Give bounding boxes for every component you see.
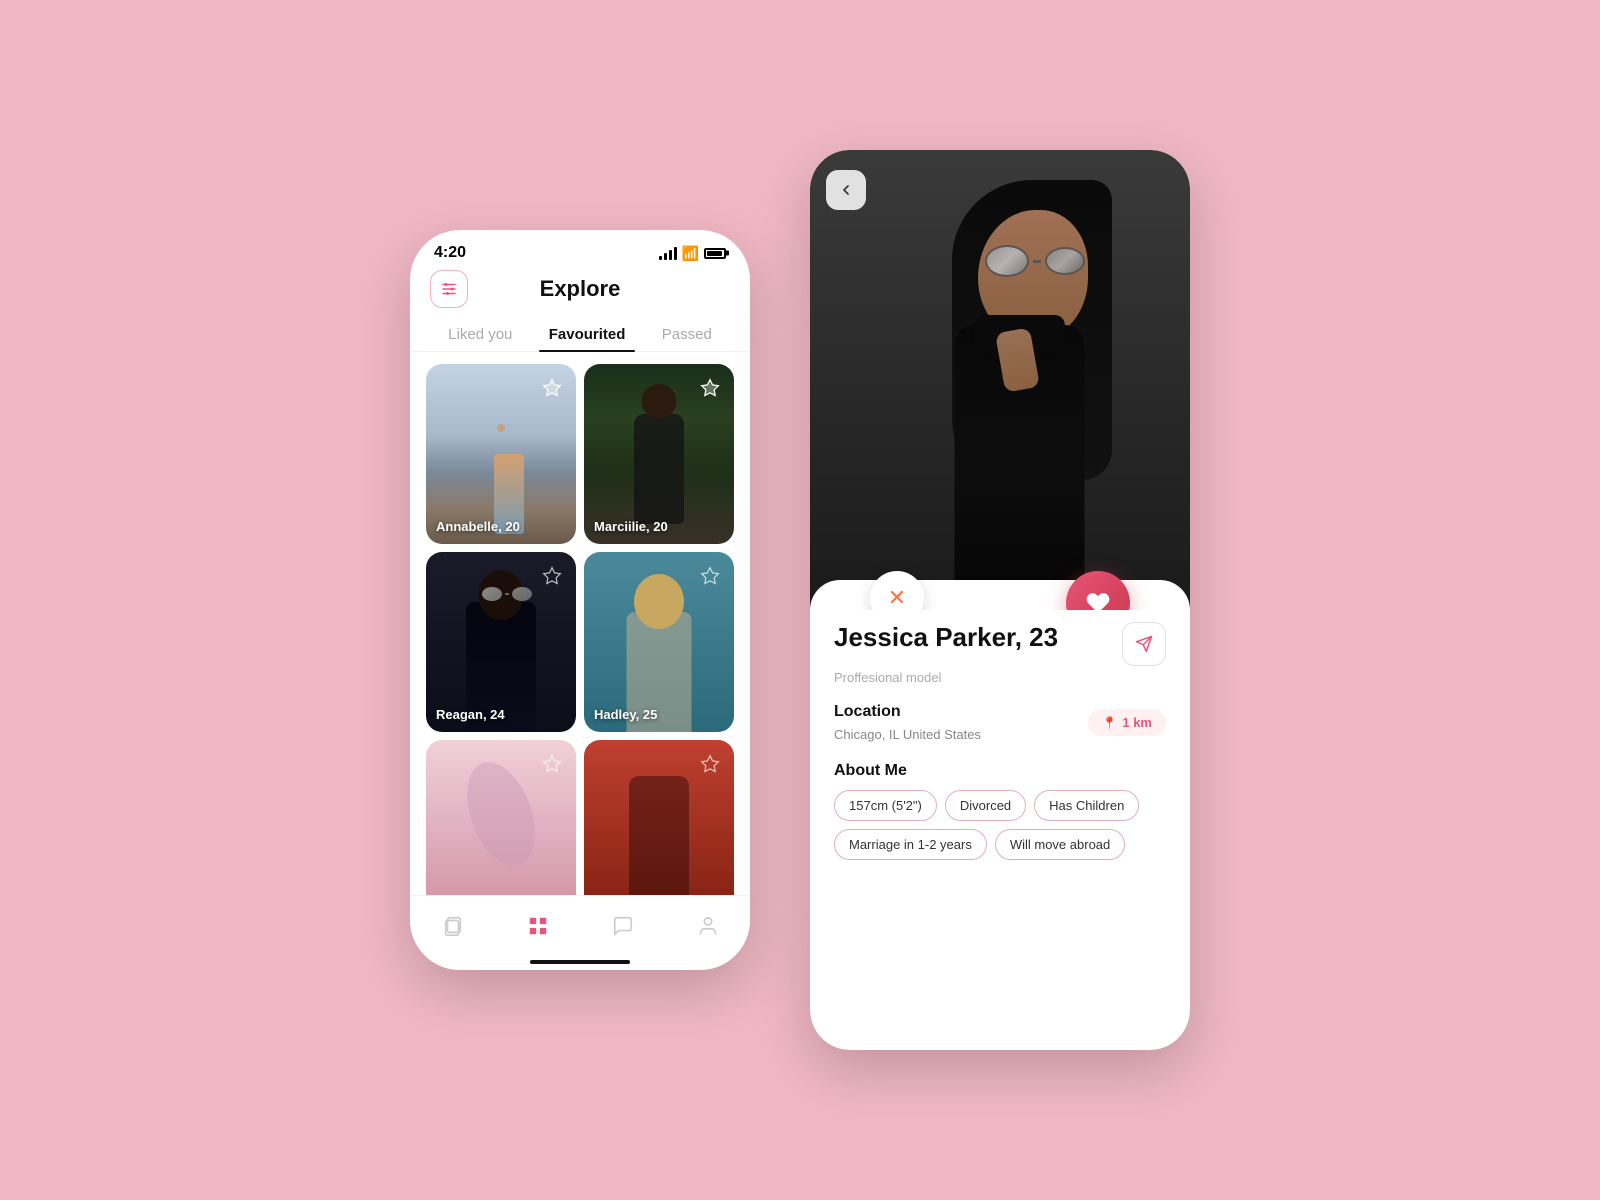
dislike-button[interactable]: ✕ bbox=[870, 571, 924, 610]
nav-profile[interactable] bbox=[696, 914, 720, 938]
tag-children: Has Children bbox=[1034, 790, 1139, 821]
card-extra2[interactable] bbox=[584, 740, 734, 920]
figure-marciilie bbox=[634, 414, 684, 524]
about-me-section: About Me 157cm (5'2") Divorced Has Child… bbox=[834, 762, 1166, 860]
nav-grid[interactable] bbox=[526, 914, 550, 938]
phone-explore: 4:20 📶 bbox=[410, 230, 750, 970]
location-row: Location Chicago, IL United States 📍 1 k… bbox=[834, 703, 1166, 742]
signal-bar-1 bbox=[659, 256, 662, 260]
tag-abroad: Will move abroad bbox=[995, 829, 1125, 860]
star-button-extra1[interactable] bbox=[538, 750, 566, 778]
card-marciilie[interactable]: Marciilie, 20 bbox=[584, 364, 734, 544]
star-icon bbox=[700, 378, 720, 398]
nav-profile-icon bbox=[696, 914, 720, 938]
pin-icon: 📍 bbox=[1102, 716, 1117, 730]
card-label-marciilie: Marciilie, 20 bbox=[594, 519, 668, 534]
figure-hadley-head bbox=[634, 574, 684, 629]
location-label: Location bbox=[834, 703, 981, 721]
lens-left bbox=[985, 245, 1029, 277]
tabs-row: Liked you Favourited Passed bbox=[410, 310, 750, 352]
signal-bars-icon bbox=[659, 247, 677, 260]
star-button-marciilie[interactable] bbox=[696, 374, 724, 402]
battery-fill bbox=[707, 251, 722, 256]
card-reagan[interactable]: Reagan, 24 bbox=[426, 552, 576, 732]
signal-bar-4 bbox=[674, 247, 677, 260]
nav-cards[interactable] bbox=[441, 914, 465, 938]
share-icon bbox=[1135, 635, 1153, 653]
profile-subtitle: Proffesional model bbox=[834, 670, 1166, 685]
about-me-label: About Me bbox=[834, 762, 1166, 780]
star-icon bbox=[542, 566, 562, 586]
star-button-annabelle[interactable] bbox=[538, 374, 566, 402]
tab-favourited[interactable]: Favourited bbox=[539, 318, 636, 351]
star-icon bbox=[700, 566, 720, 586]
status-icons: 📶 bbox=[659, 245, 726, 262]
phone2-content: ✕ Jessica Parker, 23 bbox=[810, 150, 1190, 1050]
back-icon bbox=[838, 182, 854, 198]
like-button[interactable] bbox=[1066, 571, 1130, 610]
explore-header: Explore bbox=[410, 266, 750, 310]
action-buttons: ✕ bbox=[810, 571, 1190, 610]
lens-right bbox=[1045, 247, 1085, 275]
screens-container: 4:20 📶 bbox=[410, 150, 1190, 1050]
card-label-annabelle: Annabelle, 20 bbox=[436, 519, 520, 534]
figure-head bbox=[497, 424, 505, 432]
tab-liked-you[interactable]: Liked you bbox=[438, 318, 522, 351]
profile-name: Jessica Parker, 23 bbox=[834, 622, 1058, 653]
status-bar: 4:20 📶 bbox=[410, 230, 750, 266]
share-button[interactable] bbox=[1122, 622, 1166, 666]
nav-chat[interactable] bbox=[611, 914, 635, 938]
card-label-reagan: Reagan, 24 bbox=[436, 707, 505, 722]
photo-grid: Annabelle, 20 Marciilie, 20 bbox=[410, 352, 750, 932]
signal-bar-2 bbox=[664, 253, 667, 260]
profile-photo-section: ✕ bbox=[810, 150, 1190, 610]
card-annabelle[interactable]: Annabelle, 20 bbox=[426, 364, 576, 544]
star-button-reagan[interactable] bbox=[538, 562, 566, 590]
location-text: Chicago, IL United States bbox=[834, 727, 981, 742]
home-indicator bbox=[530, 960, 630, 964]
nav-cards-icon bbox=[441, 914, 465, 938]
star-icon bbox=[542, 754, 562, 774]
phone-profile: ✕ Jessica Parker, 23 bbox=[810, 150, 1190, 1050]
tag-height: 157cm (5'2") bbox=[834, 790, 937, 821]
glasses-reagan bbox=[482, 587, 532, 601]
star-button-hadley[interactable] bbox=[696, 562, 724, 590]
card-hadley[interactable]: Hadley, 25 bbox=[584, 552, 734, 732]
heart-icon bbox=[1085, 590, 1111, 610]
tab-passed[interactable]: Passed bbox=[652, 318, 722, 351]
signal-bar-3 bbox=[669, 250, 672, 260]
profile-info-section: Jessica Parker, 23 Proffesional model Lo… bbox=[810, 580, 1190, 1050]
nav-grid-icon bbox=[526, 914, 550, 938]
head-marciilie bbox=[642, 384, 677, 419]
nav-chat-icon bbox=[611, 914, 635, 938]
tags-row: 157cm (5'2") Divorced Has Children Marri… bbox=[834, 790, 1166, 860]
distance-text: 1 km bbox=[1122, 715, 1152, 730]
star-icon bbox=[542, 378, 562, 398]
profile-name-row: Jessica Parker, 23 bbox=[834, 622, 1166, 666]
grid-icon bbox=[527, 915, 549, 937]
profile-sunglasses bbox=[985, 245, 1085, 277]
cards-icon bbox=[442, 915, 464, 937]
dislike-icon: ✕ bbox=[888, 585, 906, 610]
chat-icon bbox=[612, 915, 634, 937]
filter-button[interactable] bbox=[430, 270, 468, 308]
tag-divorced: Divorced bbox=[945, 790, 1026, 821]
explore-title: Explore bbox=[540, 276, 621, 302]
profile-icon bbox=[697, 915, 719, 937]
back-button[interactable] bbox=[826, 170, 866, 210]
bottom-nav bbox=[410, 895, 750, 970]
filter-icon bbox=[440, 280, 458, 298]
location-block: Location Chicago, IL United States bbox=[834, 703, 981, 742]
card-label-hadley: Hadley, 25 bbox=[594, 707, 657, 722]
glasses-bridge bbox=[1033, 260, 1041, 263]
tag-marriage: Marriage in 1-2 years bbox=[834, 829, 987, 860]
wifi-icon: 📶 bbox=[682, 245, 699, 262]
distance-badge: 📍 1 km bbox=[1088, 709, 1166, 736]
decor-extra1 bbox=[454, 753, 547, 875]
star-icon bbox=[700, 754, 720, 774]
star-button-extra2[interactable] bbox=[696, 750, 724, 778]
status-time: 4:20 bbox=[434, 244, 466, 262]
card-extra1[interactable] bbox=[426, 740, 576, 920]
battery-icon bbox=[704, 248, 726, 259]
